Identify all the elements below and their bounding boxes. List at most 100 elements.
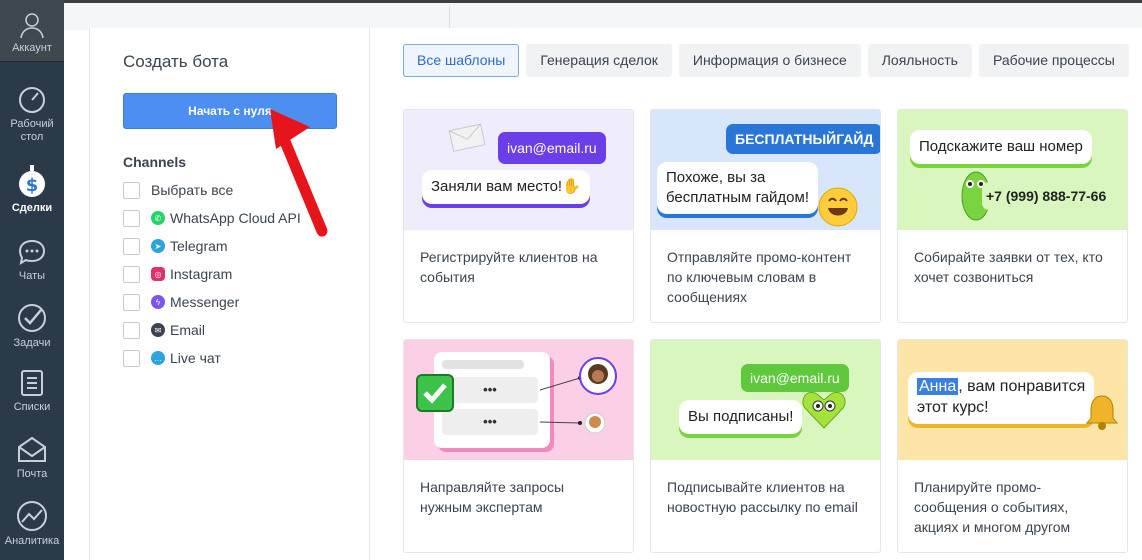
bubble-text: бесплатным гайдом! bbox=[666, 189, 810, 206]
checkbox[interactable] bbox=[123, 237, 140, 255]
sidebar-item-tasks[interactable]: Задачи bbox=[0, 302, 64, 350]
tab-workflows[interactable]: Рабочие процессы bbox=[978, 44, 1129, 77]
checkbox[interactable] bbox=[123, 181, 140, 199]
envelope-icon bbox=[448, 123, 486, 152]
template-card-events[interactable]: ivan@email.ru Заняли вам место!✋ Регистр… bbox=[403, 109, 634, 323]
channel-messenger[interactable]: ϟ Messenger bbox=[123, 292, 239, 312]
message-bubble: Подскажите ваш номер bbox=[910, 130, 1092, 164]
lists-icon bbox=[21, 370, 43, 396]
channel-live-chat[interactable]: … Live чат bbox=[123, 348, 221, 368]
card-illustration: ivan@email.ru Вы подписаны! bbox=[651, 340, 880, 460]
channel-label: Instagram bbox=[170, 266, 233, 282]
card-description: Регистрируйте клиентов на события bbox=[420, 249, 598, 285]
message-bubble: Похоже, вы за бесплатным гайдом! bbox=[657, 162, 819, 214]
svg-text:$: $ bbox=[26, 175, 39, 196]
sidebar-item-label: Рабочий стол bbox=[10, 118, 54, 143]
channel-label: Messenger bbox=[170, 294, 240, 310]
card-description: Подписывайте клиентов на новостную рассы… bbox=[667, 479, 858, 515]
chat-icon bbox=[18, 239, 46, 266]
template-card-promo-content[interactable]: БЕСПЛАТНЫЙГАЙД Похоже, вы за бесплатным г… bbox=[650, 109, 881, 323]
card-description: Планируйте промо-сообщения о событиях, а… bbox=[914, 479, 1071, 535]
whatsapp-icon: ✆ bbox=[151, 211, 165, 225]
email-icon: ✉ bbox=[151, 323, 165, 337]
sidebar-item-chats[interactable]: Чаты bbox=[0, 237, 64, 283]
template-card-experts[interactable]: ••• ••• Направляйте запросы нужным экспе… bbox=[403, 339, 634, 553]
message-bubble: Заняли вам место!✋ bbox=[422, 170, 590, 204]
option-field: ••• bbox=[442, 409, 538, 435]
template-card-newsletter[interactable]: ivan@email.ru Вы подписаны! Подписывайте… bbox=[650, 339, 881, 553]
email-tag: ivan@email.ru bbox=[498, 132, 606, 164]
bubble-text: Похоже, вы за bbox=[666, 169, 766, 186]
tab-lead-generation[interactable]: Генерация сделок bbox=[526, 44, 672, 77]
channel-label: Telegram bbox=[170, 238, 228, 254]
hand-emoji-icon: ✋ bbox=[562, 178, 581, 195]
sidebar-item-label: Задачи bbox=[13, 337, 51, 349]
heart-character-icon bbox=[802, 392, 846, 429]
channels-heading: Channels bbox=[123, 154, 187, 170]
card-illustration: Подскажите ваш номер +7 (999) 888-77-66 bbox=[898, 110, 1127, 230]
top-bar bbox=[64, 0, 1142, 33]
tasks-icon bbox=[18, 304, 46, 332]
keyword-tag: БЕСПЛАТНЫЙГАЙД bbox=[726, 124, 880, 154]
channel-email[interactable]: ✉ Email bbox=[123, 320, 205, 340]
sidebar-item-account[interactable]: Аккаунт bbox=[0, 0, 64, 62]
sidebar-item-label: Списки bbox=[13, 401, 51, 413]
channel-select-all[interactable]: Выбрать все bbox=[123, 180, 233, 200]
smile-emoji-icon bbox=[818, 187, 858, 227]
checkmark-icon bbox=[416, 374, 454, 412]
instagram-icon: ◎ bbox=[151, 267, 165, 281]
checkbox[interactable] bbox=[123, 209, 140, 227]
channel-instagram[interactable]: ◎ Instagram bbox=[123, 264, 232, 284]
sidebar-item-analytics[interactable]: Аналитика bbox=[0, 500, 64, 548]
sidebar-item-lists[interactable]: Списки bbox=[0, 368, 64, 414]
modal-title: Создать бота bbox=[123, 52, 229, 71]
checkbox[interactable] bbox=[123, 293, 140, 311]
channel-label: Live чат bbox=[170, 350, 221, 366]
account-icon bbox=[20, 13, 44, 39]
phone-number-tag: +7 (999) 888-77-66 bbox=[982, 182, 1111, 210]
card-description: Отправляйте промо-контент по ключевым сл… bbox=[667, 249, 852, 305]
sidebar-item-label: Аккаунт bbox=[12, 42, 52, 54]
channel-label: Выбрать все bbox=[151, 182, 234, 198]
checkbox[interactable] bbox=[123, 349, 140, 367]
message-bubble: Анна, вам понравится этот курс! bbox=[908, 372, 1095, 424]
sidebar-item-dashboard[interactable]: Рабочий стол bbox=[0, 85, 64, 144]
sidebar-item-label: Почта bbox=[16, 468, 48, 480]
deals-icon: $ bbox=[19, 165, 45, 197]
card-description: Направляйте запросы нужным экспертам bbox=[420, 479, 565, 515]
message-bubble: Вы подписаны! bbox=[679, 400, 803, 434]
channel-label: Email bbox=[170, 322, 206, 338]
card-illustration: ivan@email.ru Заняли вам место!✋ bbox=[404, 110, 633, 230]
card-illustration: ••• ••• bbox=[404, 340, 633, 460]
tab-all-templates[interactable]: Все шаблоны bbox=[403, 44, 520, 77]
template-card-promo-messages[interactable]: Анна, вам понравится этот курс! Планируйт… bbox=[897, 339, 1128, 553]
main-sidebar: Аккаунт Рабочий стол $ Сделки Чаты Задач… bbox=[0, 0, 64, 560]
channel-telegram[interactable]: ➤ Telegram bbox=[123, 236, 228, 256]
create-bot-modal: Создать бота Начать с нуля Channels Выбр… bbox=[89, 28, 1142, 560]
template-card-callback[interactable]: Подскажите ваш номер +7 (999) 888-77-66 … bbox=[897, 109, 1128, 323]
red-arrow-annotation bbox=[270, 109, 328, 237]
sidebar-item-mail[interactable]: Почта bbox=[0, 435, 64, 481]
tab-loyalty[interactable]: Лояльность bbox=[867, 44, 972, 77]
option-field: ••• bbox=[442, 377, 538, 403]
checkbox[interactable] bbox=[123, 321, 140, 339]
mail-icon bbox=[18, 436, 46, 462]
live-chat-icon: … bbox=[151, 351, 165, 365]
bubble-text: этот курс! bbox=[917, 399, 989, 416]
bell-icon bbox=[1085, 395, 1119, 430]
messenger-icon: ϟ bbox=[151, 295, 165, 309]
expert-avatar-icon bbox=[584, 412, 606, 434]
bubble-text: Заняли вам место! bbox=[431, 178, 563, 195]
name-highlight: Анна bbox=[917, 378, 959, 395]
sidebar-item-deals[interactable]: $ Сделки bbox=[0, 165, 64, 215]
card-illustration: Анна, вам понравится этот курс! bbox=[898, 340, 1127, 460]
tab-business-info[interactable]: Информация о бизнесе bbox=[678, 44, 861, 77]
card-description: Собирайте заявки от тех, кто хочет созво… bbox=[914, 249, 1103, 285]
sidebar-item-label: Чаты bbox=[18, 270, 46, 282]
sidebar-item-label: Сделки bbox=[11, 202, 53, 214]
expert-avatar-icon bbox=[579, 357, 617, 395]
telegram-icon: ➤ bbox=[151, 239, 165, 253]
checkbox[interactable] bbox=[123, 265, 140, 283]
card-illustration: БЕСПЛАТНЫЙГАЙД Похоже, вы за бесплатным г… bbox=[651, 110, 880, 230]
analytics-icon bbox=[17, 501, 47, 531]
